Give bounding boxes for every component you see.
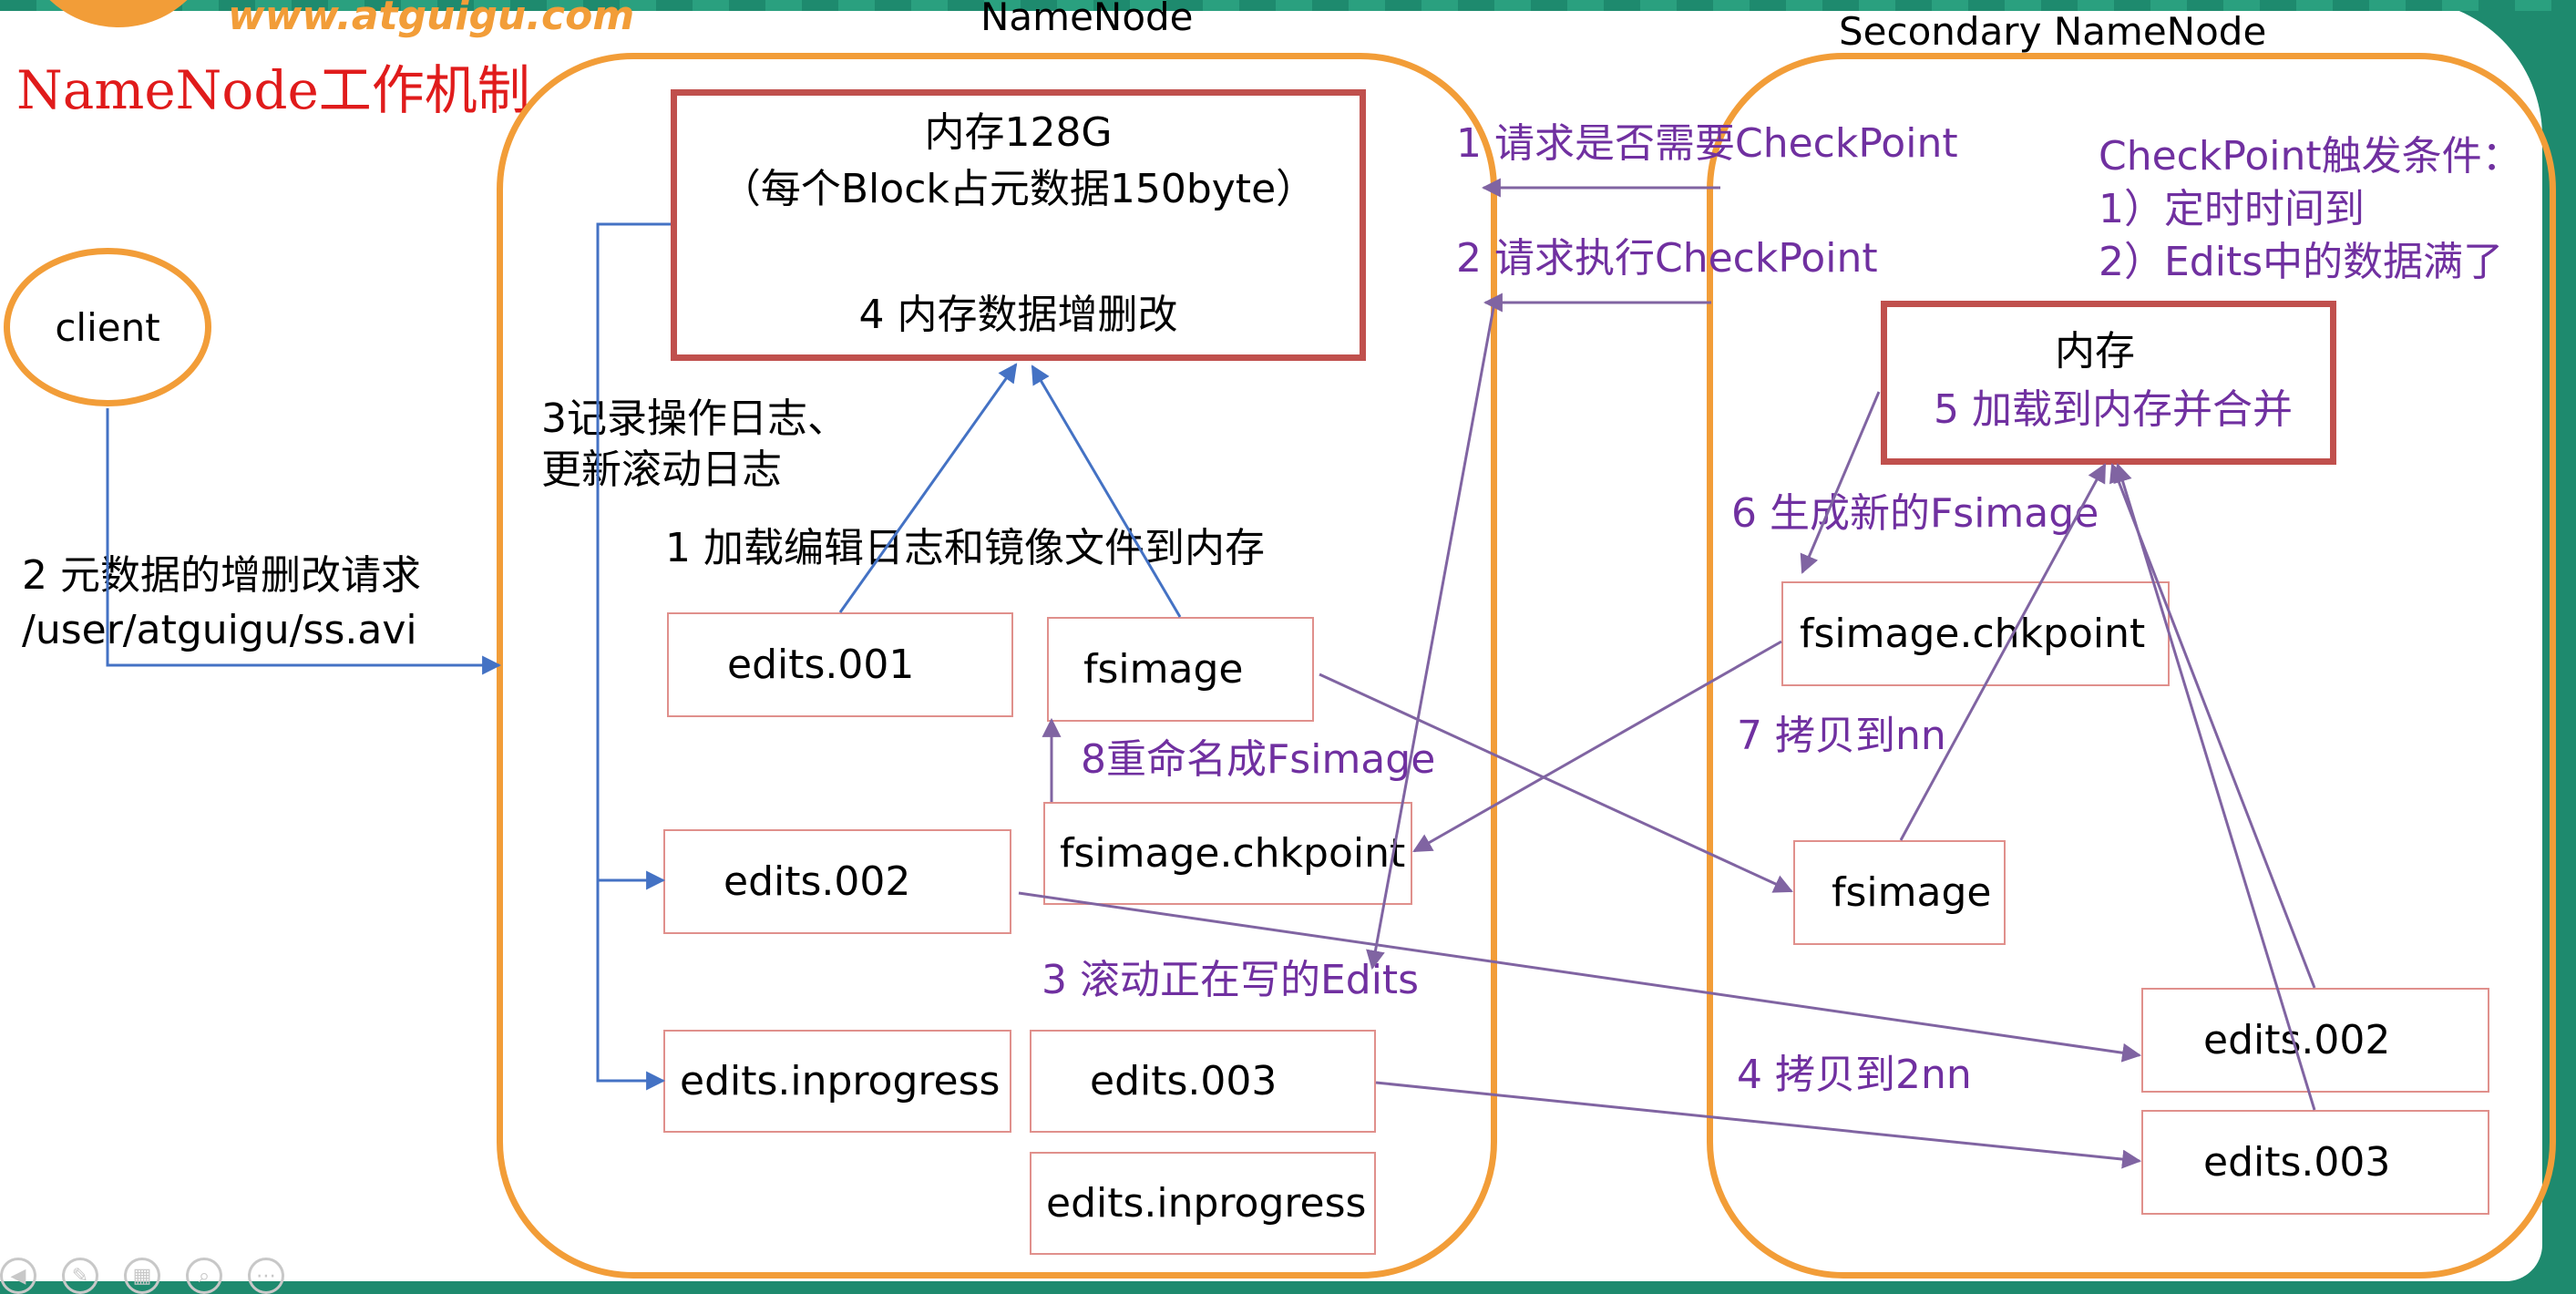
arrow-load-fsimage-2nn bbox=[1899, 463, 2107, 841]
arrow-roll-edits bbox=[1366, 302, 1496, 970]
slides-icon[interactable]: ▦ bbox=[124, 1258, 160, 1294]
arrow-client-request bbox=[106, 408, 502, 675]
slideshow-toolbar: ◀ ✎ ▦ ⌕ ⋯ bbox=[0, 1258, 284, 1294]
arrow-copy-chkpoint-to-nn bbox=[1412, 640, 1782, 853]
arrow-copy-fsimage bbox=[1319, 673, 1793, 893]
arrow-load-edits bbox=[838, 363, 1018, 613]
arrow-copy-edits-002 bbox=[1018, 891, 2142, 1063]
arrow-copy-edits-003 bbox=[1375, 1081, 2142, 1169]
back-icon[interactable]: ◀ bbox=[0, 1258, 36, 1294]
arrow-load-edits-003-2nn bbox=[2113, 462, 2316, 1111]
arrows-layer bbox=[106, 178, 2316, 1169]
arrow-log-record bbox=[596, 222, 671, 1091]
arrow-gen-fsimage bbox=[1800, 391, 1881, 574]
pen-icon[interactable]: ✎ bbox=[62, 1258, 98, 1294]
zoom-icon[interactable]: ⌕ bbox=[186, 1258, 222, 1294]
arrow-load-fsimage bbox=[1031, 365, 1182, 618]
slide: www.atguigu.com NameNode工作机制 NameNode Se… bbox=[0, 0, 2576, 1294]
more-icon[interactable]: ⋯ bbox=[248, 1258, 284, 1294]
